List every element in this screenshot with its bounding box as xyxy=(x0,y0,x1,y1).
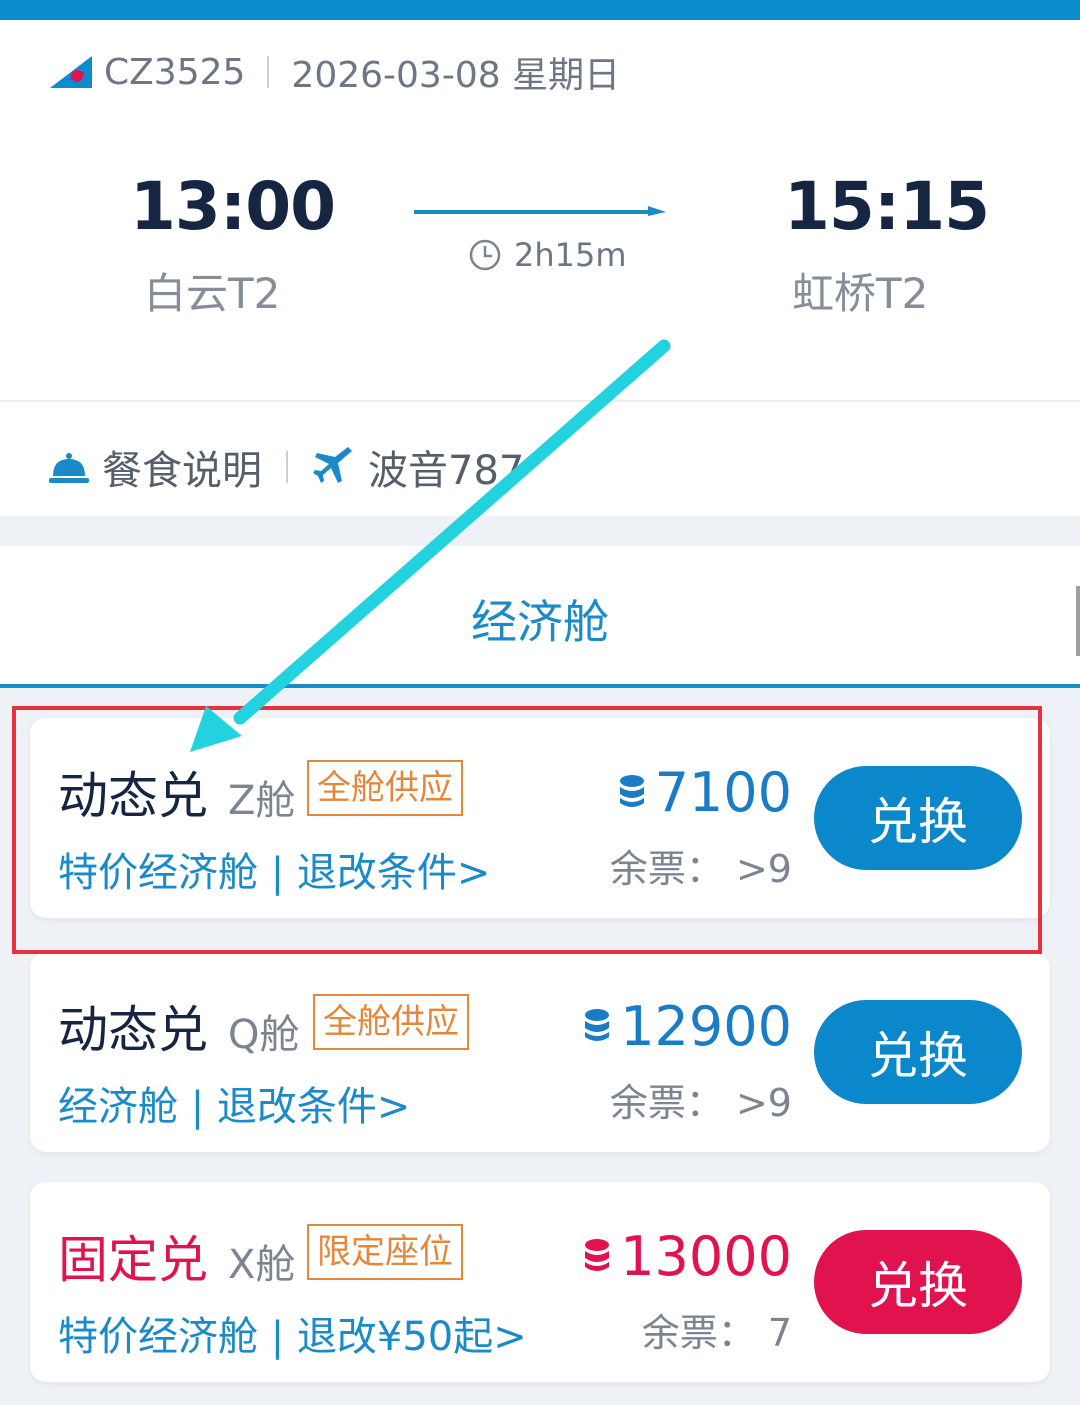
header-divider xyxy=(267,56,270,88)
redeem-button[interactable]: 兑换 xyxy=(814,1230,1022,1334)
flight-info-row: 餐食说明 波音787 xyxy=(0,402,1080,516)
fare-subtitle: 特价经济舱 | 退改¥50起> xyxy=(58,1304,527,1362)
arrival-time: 15:15 xyxy=(784,168,990,245)
cabin-tab-bar: 经济舱 xyxy=(0,546,1080,686)
meal-bell-icon xyxy=(49,453,89,483)
remaining-tickets: 余票： >9 xyxy=(609,1081,792,1125)
tab-economy[interactable]: 经济舱 xyxy=(0,586,1080,652)
route-arrow-icon xyxy=(414,206,666,216)
info-divider xyxy=(286,451,288,483)
cabin-code: X舱 xyxy=(228,1242,296,1288)
aircraft-type: 波音787 xyxy=(368,448,525,494)
price-value: 13000 xyxy=(620,1224,792,1288)
duration-text: 2h15m xyxy=(514,236,627,274)
top-bar xyxy=(0,0,1080,20)
supply-badge: 全舱供应 xyxy=(313,994,469,1050)
arrival-airport: 虹桥T2 xyxy=(792,269,929,318)
fare-type-name: 动态兑 xyxy=(58,1001,208,1059)
departure-airport: 白云T2 xyxy=(144,269,281,318)
highlight-box xyxy=(12,706,1042,954)
flight-date: 2026-03-08 星期日 xyxy=(291,55,621,96)
departure-time: 13:00 xyxy=(130,168,336,245)
price-value: 12900 xyxy=(620,994,792,1058)
airplane-icon xyxy=(313,447,352,483)
clock-icon xyxy=(469,239,501,271)
fare-class-name: 特价经济舱 xyxy=(58,1314,258,1360)
fare-card: 动态兑 Q舱 全舱供应 经济舱 | 退改条件> 12900 余票： >9 兑换 xyxy=(30,952,1050,1152)
supply-badge: 限定座位 xyxy=(307,1224,463,1280)
redeem-button[interactable]: 兑换 xyxy=(814,1000,1022,1104)
refund-rules-link[interactable]: 退改条件> xyxy=(217,1084,411,1130)
flight-summary-card: CZ3525 2026-03-08 星期日 13:00 白云T2 2h15m 1… xyxy=(0,20,1080,400)
points-price: 12900 xyxy=(584,994,792,1058)
cabin-code: Q舱 xyxy=(228,1012,300,1058)
fare-class-name: 经济舱 xyxy=(58,1084,178,1130)
flight-duration: 2h15m xyxy=(468,236,627,274)
fare-subtitle: 经济舱 | 退改条件> xyxy=(58,1074,410,1132)
refund-rules-link[interactable]: 退改¥50起> xyxy=(297,1314,527,1360)
sub-divider: | xyxy=(178,1084,217,1130)
coin-stack-icon xyxy=(585,1239,610,1271)
flight-header: CZ3525 2026-03-08 星期日 xyxy=(48,50,620,96)
remaining-tickets: 余票： 7 xyxy=(641,1311,792,1355)
tab-scroll-edge xyxy=(1076,586,1080,656)
fare-card: 固定兑 X舱 限定座位 特价经济舱 | 退改¥50起> 13000 余票： 7 … xyxy=(30,1182,1050,1382)
sub-divider: | xyxy=(258,1314,297,1360)
tab-active-indicator xyxy=(0,684,1080,688)
meal-info-link[interactable]: 餐食说明 xyxy=(102,438,262,496)
flight-number: CZ3525 xyxy=(104,51,246,93)
coin-stack-icon xyxy=(585,1009,610,1041)
fare-type-name: 固定兑 xyxy=(58,1231,208,1289)
airline-logo-icon xyxy=(50,56,92,88)
points-price: 13000 xyxy=(584,1224,792,1288)
